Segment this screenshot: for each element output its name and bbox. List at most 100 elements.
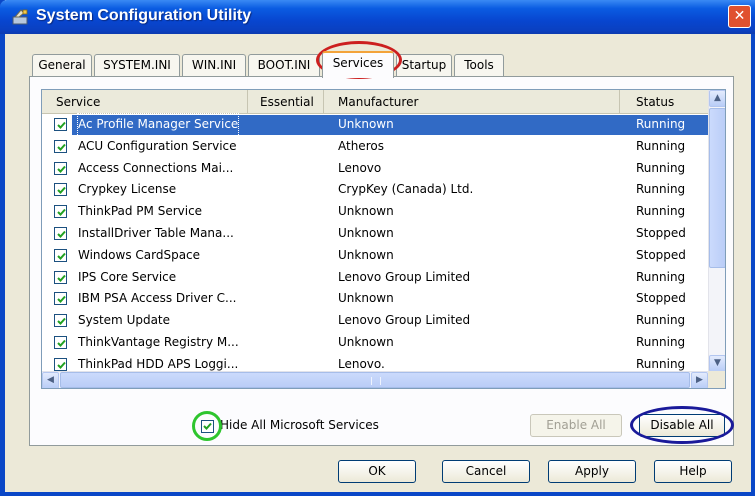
scroll-right-button[interactable]: ▶ [691,372,708,388]
tab-boot-ini[interactable]: BOOT.INI [248,54,320,76]
service-name: InstallDriver Table Mana... [78,225,234,240]
service-checkbox[interactable] [54,118,67,131]
scroll-grip-icon [371,377,381,385]
service-manufacturer: CrypKey (Canada) Ltd. [338,182,474,197]
close-button[interactable]: ✕ [728,5,751,28]
service-manufacturer: Unknown [338,117,394,131]
services-list[interactable]: Service Essential Manufacturer Status Ac… [41,89,726,389]
service-checkbox[interactable] [54,270,67,284]
scroll-corner [708,371,725,388]
column-header-service[interactable]: Service [42,90,248,114]
horizontal-scroll-thumb[interactable] [60,372,690,388]
service-name: ThinkVantage Registry M... [78,334,239,349]
service-manufacturer: Unknown [338,204,394,219]
service-checkbox[interactable] [54,292,67,306]
service-checkbox[interactable] [54,314,67,328]
service-name: ThinkPad PM Service [78,204,203,219]
service-checkbox[interactable] [54,226,67,240]
service-name: ACU Configuration Service [78,138,237,153]
service-status: Running [636,117,686,131]
checkmark-icon [57,318,66,326]
column-header-status[interactable]: Status [620,90,708,114]
table-row[interactable]: ThinkVantage Registry M... Unknown Running [42,332,708,354]
enable-all-button[interactable]: Enable All [530,414,622,437]
table-row[interactable]: Windows CardSpace Unknown Stopped [42,245,708,267]
service-name: IBM PSA Access Driver C... [78,291,237,306]
vertical-scrollbar[interactable]: ▲ ▼ [708,90,725,372]
service-manufacturer: Atheros [338,138,384,153]
service-manufacturer: Unknown [338,334,394,349]
table-row[interactable]: InstallDriver Table Mana... Unknown Stoppe… [42,223,708,245]
service-manufacturer: Unknown [338,225,394,240]
service-checkbox[interactable] [54,161,67,175]
checkmark-icon [57,165,66,173]
tab-startup[interactable]: Startup [396,54,452,76]
scroll-down-button[interactable]: ▼ [709,355,725,372]
checkmark-icon [57,143,66,151]
checkmark-icon [203,422,212,430]
checkmark-icon [57,121,66,129]
tab-general[interactable]: General [32,54,92,76]
horizontal-scrollbar[interactable]: ◀ ▶ [42,371,708,388]
list-header: Service Essential Manufacturer Status [42,90,708,114]
service-checkbox[interactable] [54,335,67,349]
service-checkbox[interactable] [54,248,67,262]
service-checkbox[interactable] [54,205,67,219]
app-icon [12,9,28,25]
service-name: IPS Core Service [78,269,177,284]
title-bar[interactable]: System Configuration Utility ✕ [0,0,755,34]
tab-services[interactable]: Services [322,51,394,78]
service-status: Stopped [636,225,686,240]
checkmark-icon [57,296,66,304]
checkmark-icon [57,339,66,347]
table-row[interactable]: Ac Profile Manager Service Unknown Running [42,113,708,137]
service-name: Access Connections Mai... [78,160,234,175]
service-status: Running [636,269,686,284]
apply-button[interactable]: Apply [548,460,636,483]
help-button[interactable]: Help [654,460,732,483]
service-status: Running [636,204,686,219]
service-status: Running [636,160,686,175]
tab-win-ini[interactable]: WIN.INI [182,54,246,76]
service-status: Stopped [636,291,686,306]
cancel-button[interactable]: Cancel [442,460,530,483]
hide-microsoft-services-checkbox[interactable] [201,420,214,433]
service-status: Running [636,138,686,153]
table-row[interactable]: ThinkPad PM Service Unknown Running [42,201,708,223]
column-header-essential[interactable]: Essential [248,90,324,114]
service-status: Running [636,334,686,349]
table-row[interactable]: Crypkey License CrypKey (Canada) Ltd. Runn… [42,179,708,201]
service-checkbox[interactable] [54,357,67,371]
service-name: Crypkey License [78,182,177,197]
column-header-manufacturer[interactable]: Manufacturer [324,90,620,114]
table-row[interactable]: IBM PSA Access Driver C... Unknown Stopped [42,288,708,310]
table-row[interactable]: Access Connections Mai... Lenovo Running [42,158,708,180]
service-name: Ac Profile Manager Service [76,113,240,137]
checkmark-icon [57,209,66,217]
service-checkbox[interactable] [54,183,67,197]
service-name: System Update [78,313,171,328]
table-row[interactable]: ACU Configuration Service Atheros Running [42,136,708,158]
table-row[interactable]: System Update Lenovo Group Limited Running [42,310,708,332]
tab-tools[interactable]: Tools [454,54,504,76]
scroll-left-button[interactable]: ◀ [42,372,59,388]
service-name: Windows CardSpace [78,247,201,262]
checkmark-icon [57,361,66,369]
service-status: Running [636,182,686,197]
table-row[interactable]: IPS Core Service Lenovo Group Limited Runn… [42,267,708,289]
service-manufacturer: Lenovo Group Limited [338,313,471,328]
service-manufacturer: Lenovo Group Limited [338,269,471,284]
ok-button[interactable]: OK [338,460,416,483]
service-checkbox[interactable] [54,139,67,153]
service-manufacturer: Unknown [338,247,394,262]
service-status: Running [636,313,686,328]
disable-all-button[interactable]: Disable All [639,414,725,437]
list-rows: Ac Profile Manager Service Unknown Running… [42,113,708,376]
hide-microsoft-services-label[interactable]: Hide All Microsoft Services [220,418,379,432]
tab-system-ini[interactable]: SYSTEM.INI [94,54,180,76]
service-status: Stopped [636,247,686,262]
checkmark-icon [57,230,66,238]
service-manufacturer: Unknown [338,291,394,306]
vertical-scroll-thumb[interactable] [709,108,725,268]
scroll-up-button[interactable]: ▲ [709,90,725,107]
